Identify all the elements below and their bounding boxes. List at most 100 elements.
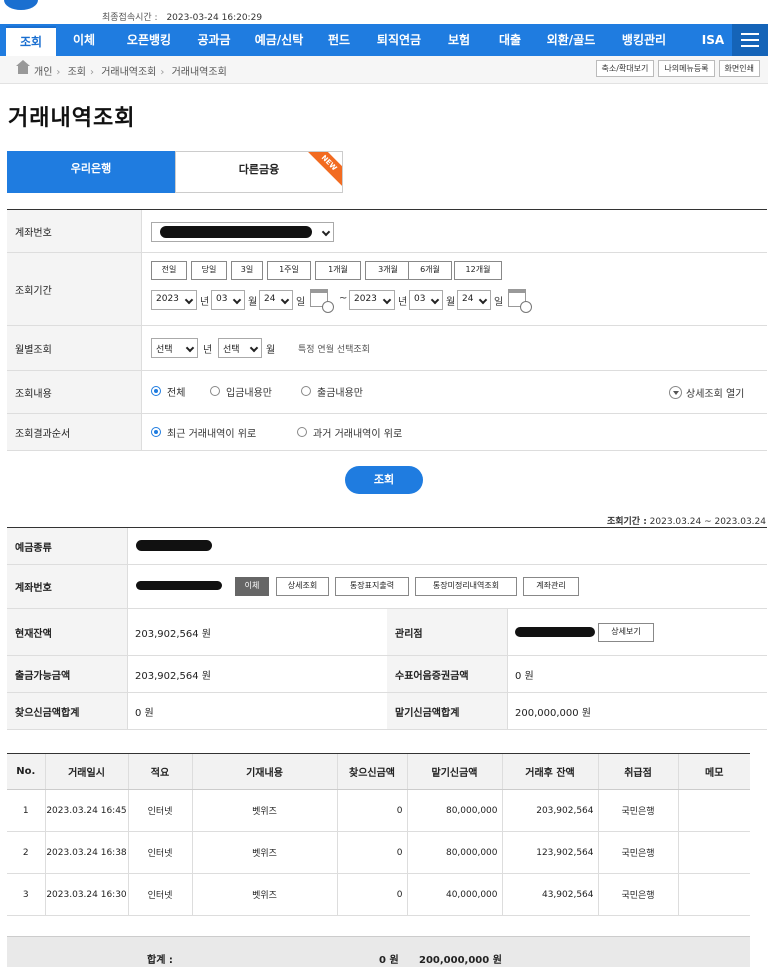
from-day-select[interactable]: 24 [259,290,293,310]
table-row: 3 2023.03.24 16:30 인터넷 벳위즈 0 40,000,000 … [7,873,750,916]
nav-item-utility[interactable]: 공과금 [186,24,242,56]
cell-branch: 국민은행 [597,873,678,916]
nav-item-fund[interactable]: 펀드 [316,24,362,56]
cell-withdraw: 0 [336,831,407,874]
tab-other-finance[interactable]: 다른금융 NEW [175,151,343,193]
nav-item-loan[interactable]: 대출 [482,24,538,56]
monthly-month-select[interactable]: 선택 [218,338,262,358]
account-manage-button[interactable]: 계좌관리 [523,577,579,596]
col-description: 기재내용 [191,753,337,790]
search-form: 계좌번호 조회기간 전일 당일 3일 1주일 1개월 3개월 6개월 12개월 … [7,209,767,451]
chevron-down-icon [184,295,194,305]
unit-year: 년 [200,297,210,308]
cell-memo[interactable] [677,831,750,874]
from-month-select[interactable]: 03 [211,290,245,310]
period-1month-button[interactable]: 1개월 [315,261,361,280]
cell-memo[interactable] [677,873,750,916]
to-month-select[interactable]: 03 [409,290,443,310]
withdrawable-label: 출금가능금액 [7,656,127,692]
period-3month-button[interactable]: 3개월 [365,261,411,280]
content-withdraw-label[interactable]: 출금내용만 [317,384,363,399]
to-day-value: 24 [462,294,474,304]
table-row: 1 2023.03.24 16:45 인터넷 벳위즈 0 80,000,000 … [7,789,750,832]
cell-balance: 43,902,564 [501,873,598,916]
monthly-hint: 특정 연월 선택조회 [298,345,370,355]
cell-datetime: 2023.03.24 16:30 [44,873,128,916]
breadcrumb-item[interactable]: 거래내역조회 [101,67,156,78]
cell-balance: 203,902,564 [501,789,598,832]
breadcrumb-item[interactable]: 개인 [34,67,52,78]
order-recent-radio[interactable] [151,427,161,437]
order-past-radio[interactable] [297,427,307,437]
account-info: 예금종류 계좌번호 이체 상세조회 통장표지출력 통장미정리내역조회 계좌관리 … [7,527,767,730]
cell-description: 벳위즈 [191,831,337,874]
order-recent-label[interactable]: 최근 거래내역이 위로 [167,425,256,440]
chevron-down-icon [478,295,488,305]
unposted-history-button[interactable]: 통장미정리내역조회 [415,577,517,596]
detail-toggle[interactable]: 상세조회 열기 [686,385,744,400]
zoom-button[interactable]: 축소/확대보기 [595,60,655,77]
expand-down-icon[interactable] [669,386,682,399]
content-deposit-radio[interactable] [210,386,220,396]
period-1week-button[interactable]: 1주일 [267,261,311,280]
cell-branch: 국민은행 [597,789,678,832]
redacted-deposit-type [136,540,212,551]
monthly-year-select[interactable]: 선택 [151,338,198,358]
tab-woori-bank[interactable]: 우리은행 [7,151,175,193]
unit-month: 월 [446,297,456,308]
period-12month-button[interactable]: 12개월 [454,261,502,280]
order-past-label[interactable]: 과거 거래내역이 위로 [313,425,402,440]
period-3day-button[interactable]: 3일 [231,261,263,280]
calendar-icon[interactable] [310,289,334,313]
period-prev-day-button[interactable]: 전일 [151,261,187,280]
monthly-row: 월별조회 선택 년 선택 월 특정 연월 선택조회 [7,326,767,371]
nav-item-deposit[interactable]: 예금/신탁 [242,24,316,56]
branch-detail-button[interactable]: 상세보기 [598,623,654,642]
nav-item-pension[interactable]: 퇴직연금 [362,24,436,56]
chevron-down-icon [185,343,195,353]
content-all-radio[interactable] [151,386,161,396]
hamburger-menu-icon[interactable] [732,24,768,56]
print-button[interactable]: 화면인쇄 [718,60,760,77]
content-withdraw-radio[interactable] [301,386,311,396]
add-my-menu-button[interactable]: 나의메뉴등록 [658,60,715,77]
monthly-label: 월별조회 [7,326,141,370]
check-amount-label: 수표어음증권금액 [387,656,507,692]
to-month-value: 03 [414,294,426,304]
content-deposit-label[interactable]: 입금내용만 [226,384,272,399]
nav-item-banking-mgmt[interactable]: 뱅킹관리 [604,24,684,56]
breadcrumb-item[interactable]: 조회 [68,67,86,78]
account-row: 계좌번호 [7,210,767,253]
period-display-value: 2023.03.24 ~ 2023.03.24 [649,517,766,527]
redacted-account-number [136,581,222,590]
content-all-label[interactable]: 전체 [167,384,185,399]
period-row: 조회기간 전일 당일 3일 1주일 1개월 3개월 6개월 12개월 2023 … [7,253,767,326]
nav-item-openbanking[interactable]: 오픈뱅킹 [112,24,186,56]
calendar-icon[interactable] [508,289,532,313]
nav-item-insurance[interactable]: 보험 [436,24,482,56]
account-select[interactable] [151,222,334,242]
breadcrumb: 개인 › 조회 › 거래내역조회 › 거래내역조회 [34,67,227,78]
period-today-button[interactable]: 당일 [191,261,227,280]
from-year-select[interactable]: 2023 [151,290,197,310]
period-label: 조회기간 [7,253,141,325]
balance-value: 203,902,564 원 [127,609,387,655]
unit-day: 일 [494,297,504,308]
to-year-select[interactable]: 2023 [349,290,395,310]
cell-memo[interactable] [677,789,750,832]
nav-item-forex[interactable]: 외환/골드 [538,24,604,56]
to-day-select[interactable]: 24 [457,290,491,310]
sum-withdraw: 0 원 [379,955,399,966]
passbook-cover-button[interactable]: 통장표지출력 [335,577,409,596]
home-icon[interactable] [16,60,30,74]
bank-logo-icon[interactable] [4,0,38,10]
nav-item-inquiry[interactable]: 조회 [6,26,56,56]
nav-item-transfer[interactable]: 이체 [56,24,112,56]
search-button[interactable]: 조회 [345,466,423,494]
account-label: 계좌번호 [7,210,141,252]
cell-no: 1 [7,789,45,832]
transfer-button[interactable]: 이체 [235,577,269,596]
col-withdraw: 찾으신금액 [336,753,407,790]
period-6month-button[interactable]: 6개월 [408,261,452,280]
detail-inquiry-button[interactable]: 상세조회 [276,577,329,596]
